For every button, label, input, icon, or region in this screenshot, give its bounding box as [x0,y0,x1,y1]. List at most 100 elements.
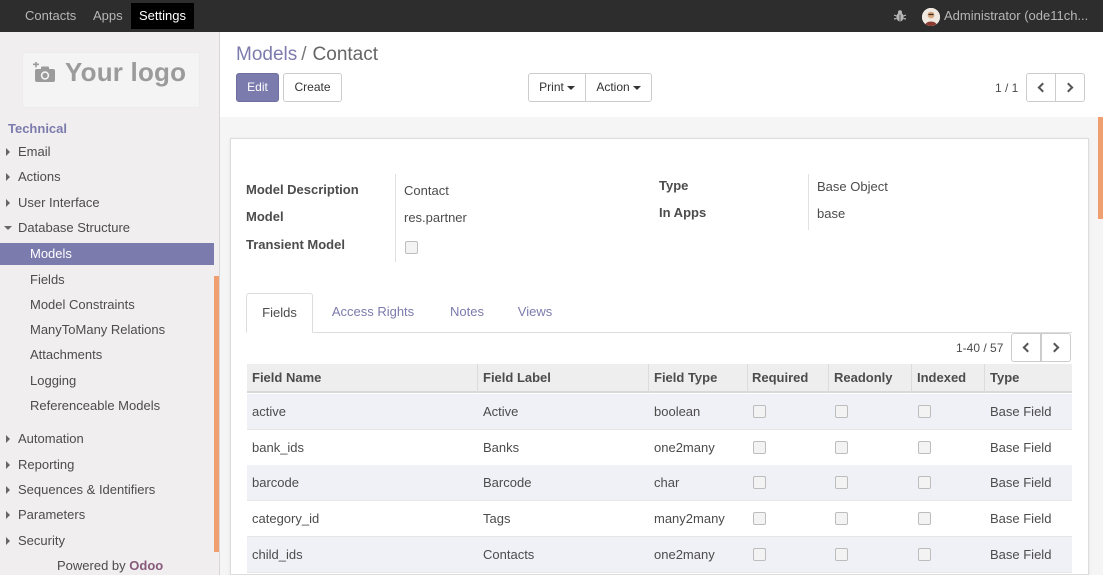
table-pager-value[interactable]: 1-40 / 57 [956,341,1003,355]
column-type[interactable]: Type [990,364,1019,392]
table-header: Field Name Field Label Field Type Requir… [247,364,1072,393]
camera-plus-icon [33,62,55,82]
column-field-label[interactable]: Field Label [483,364,551,392]
model-label: Model [246,209,284,224]
record-pager-value[interactable]: 1 / 1 [995,81,1018,95]
odoo-link[interactable]: Odoo [129,558,163,573]
column-field-name[interactable]: Field Name [252,364,321,392]
chevron-left-icon [1037,82,1048,93]
cell-field-name: bank_ids [252,440,305,455]
column-divider [984,364,985,393]
column-required[interactable]: Required [752,364,808,392]
breadcrumb: Models / Contact [236,44,378,66]
menu-item-reporting[interactable]: Reporting [0,454,214,476]
cell-type: Base Field [990,440,1052,455]
cell-field-name: barcode [252,475,299,490]
type-label: Type [659,178,689,193]
column-field-type[interactable]: Field Type [654,364,717,392]
pager-next-button[interactable] [1055,73,1085,102]
indexed-checkbox [918,441,931,454]
menu-item-logging[interactable]: Logging [0,370,214,392]
bug-icon[interactable] [893,9,907,23]
tab-views[interactable]: Views [509,293,561,333]
table-row[interactable]: active Active boolean Base Field [247,394,1072,430]
edit-button[interactable]: Edit [236,73,279,102]
menu-item-automation[interactable]: Automation [0,428,214,450]
nav-app-settings[interactable]: Settings [131,3,194,29]
nav-app-contacts[interactable]: Contacts [17,3,84,29]
menu-item-models[interactable]: Models [0,243,214,265]
table-row[interactable]: barcode Barcode char Base Field [247,465,1072,501]
required-checkbox [753,441,766,454]
cell-field-name: category_id [252,511,320,526]
in-apps-label: In Apps [659,205,707,220]
breadcrumb-models[interactable]: Models [236,44,297,65]
sidebar-scrollbar[interactable] [214,276,219,552]
required-checkbox [753,405,766,418]
menu-item-attachments[interactable]: Attachments [0,344,214,366]
required-checkbox [753,476,766,489]
cell-field-label: Barcode [483,475,532,490]
top-navbar: Contacts Apps Settings Administrator (od… [0,0,1103,32]
caret-right-icon [6,486,10,494]
menu-label: ManyToMany Relations [30,322,166,337]
tab-fields[interactable]: Fields [246,293,313,333]
caret-right-icon [6,461,10,469]
tab-notes[interactable]: Notes [440,293,494,333]
type-value: Base Object [817,179,888,194]
cell-field-label: Contacts [483,547,535,562]
chevron-left-icon [1022,342,1033,353]
column-readonly[interactable]: Readonly [834,364,893,392]
menu-label: Logging [30,373,77,388]
caret-down-icon [566,85,575,90]
content-scrollbar[interactable] [1098,117,1103,219]
cell-field-type: char [654,475,680,490]
company-logo[interactable]: Your logo [22,52,200,108]
caret-down-icon [632,85,641,90]
cell-field-label: Banks [483,440,520,455]
menu-item-model-constraints[interactable]: Model Constraints [0,294,214,316]
table-row[interactable]: child_ids Contacts one2many Base Field [247,537,1072,573]
indexed-checkbox [918,512,931,525]
caret-right-icon [6,148,10,156]
menu-item-database-structure[interactable]: Database Structure [0,217,214,239]
menu-item-actions[interactable]: Actions [0,166,214,188]
create-button[interactable]: Create [283,73,342,102]
nav-app-apps[interactable]: Apps [85,3,131,29]
cell-field-label: Tags [483,511,511,526]
table-row[interactable]: bank_ids Banks one2many Base Field [247,430,1072,466]
cell-field-type: many2many [654,511,725,526]
model-value: res.partner [404,210,467,225]
indexed-checkbox [918,476,931,489]
menu-item-sequences[interactable]: Sequences & Identifiers [0,479,214,501]
breadcrumb-separator: / [301,44,307,65]
action-dropdown[interactable]: Action [585,73,652,102]
column-indexed[interactable]: Indexed [917,364,966,392]
caret-right-icon [6,199,10,207]
menu-item-email[interactable]: Email [0,141,214,163]
field-divider [395,174,396,262]
column-divider [477,364,478,393]
transient-model-checkbox[interactable] [405,241,418,254]
table-row[interactable]: category_id Tags many2many Base Field [247,501,1072,537]
table-next-button[interactable] [1041,333,1071,362]
menu-item-referenceable-models[interactable]: Referenceable Models [0,395,214,417]
readonly-checkbox [835,441,848,454]
user-menu[interactable]: Administrator (ode11ch... [944,3,1103,29]
print-dropdown[interactable]: Print [528,73,586,102]
cell-field-name: active [252,404,286,419]
cell-type: Base Field [990,404,1052,419]
menu-item-user-interface[interactable]: User Interface [0,192,214,214]
field-divider [808,174,809,230]
table-previous-button[interactable] [1011,333,1041,362]
cell-type: Base Field [990,547,1052,562]
user-avatar[interactable] [922,8,940,26]
menu-item-parameters[interactable]: Parameters [0,504,214,526]
tab-access-rights[interactable]: Access Rights [323,293,423,333]
caret-right-icon [6,435,10,443]
pager-previous-button[interactable] [1026,73,1056,102]
menu-item-security[interactable]: Security [0,530,214,552]
menu-item-fields[interactable]: Fields [0,269,214,291]
menu-item-many2many-relations[interactable]: ManyToMany Relations [0,319,214,341]
cell-field-name: child_ids [252,547,303,562]
